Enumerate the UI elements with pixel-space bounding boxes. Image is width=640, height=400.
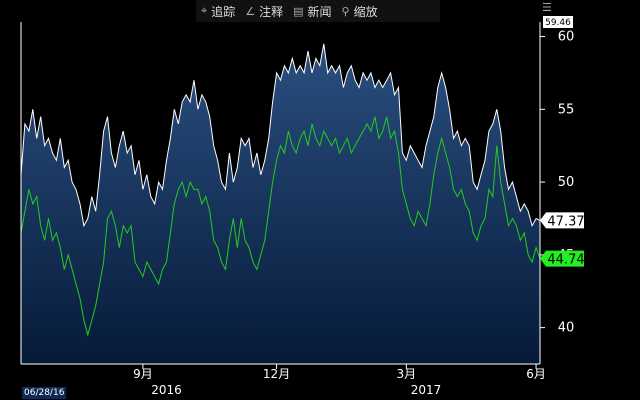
y-tick-label: 60 [558, 30, 575, 45]
x-year-label: 2016 [151, 383, 182, 397]
y-tick-label: 40 [558, 321, 575, 336]
last-value-badge-1: 47.37 [540, 212, 585, 229]
x-tick-label: 6月 [526, 367, 546, 381]
last-value-badge-2: 44.74 [540, 250, 585, 268]
start-date-label: 06/28/16 [22, 387, 67, 399]
price-chart[interactable]: 40455055609月12月3月6月2016201759.4647.3744.… [0, 0, 640, 400]
top-value-label: 59.46 [545, 18, 571, 28]
y-tick-label: 50 [558, 175, 575, 190]
x-year-label: 2017 [411, 383, 442, 397]
y-tick-label: 55 [558, 102, 575, 117]
badge-text: 47.37 [547, 214, 584, 229]
x-tick-label: 12月 [263, 367, 290, 381]
x-tick-label: 3月 [396, 367, 416, 381]
badge-text: 44.74 [547, 253, 584, 268]
x-tick-label: 9月 [133, 367, 153, 381]
